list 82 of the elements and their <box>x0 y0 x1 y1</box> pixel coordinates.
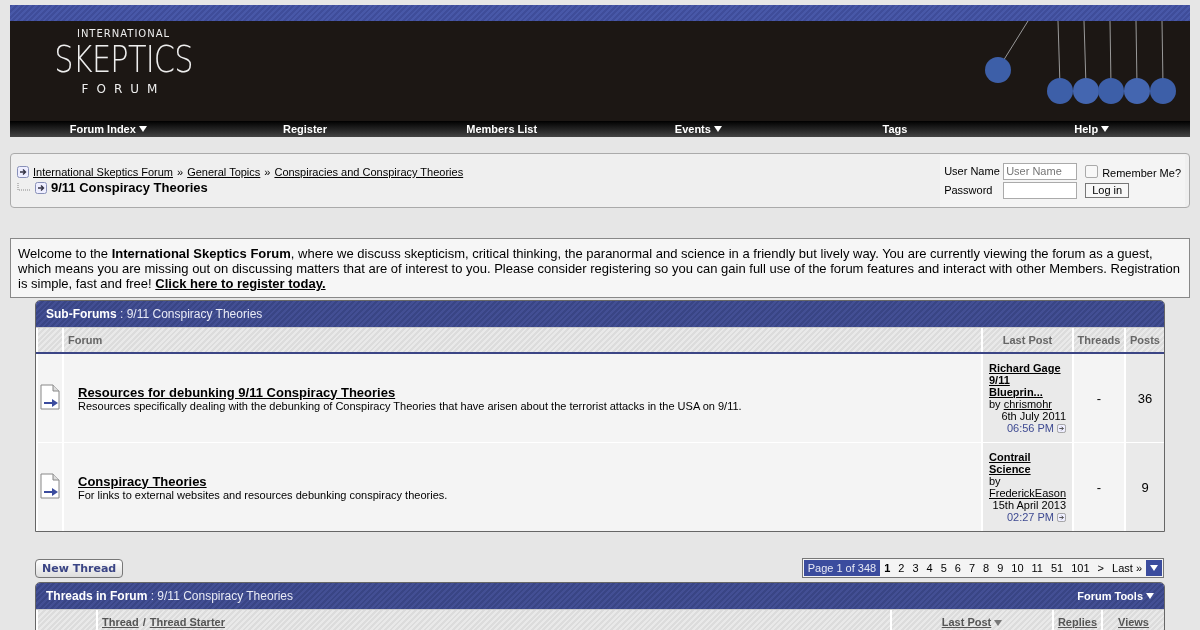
nav-link[interactable]: Register <box>206 121 404 137</box>
page-link[interactable]: 9 <box>993 560 1008 576</box>
page-link[interactable]: 11 <box>1027 560 1047 576</box>
post-date: 15th April 2013 <box>991 499 1066 511</box>
nav-link[interactable]: Help <box>993 121 1191 137</box>
page-count: Page 1 of 348 <box>803 560 881 576</box>
table-cell: - <box>1073 442 1125 531</box>
breadcrumb-link[interactable]: Conspiracies and Conspiracy Theories <box>274 166 464 178</box>
register-link[interactable]: Click here to register today. <box>155 276 326 291</box>
username-link[interactable]: FrederickEason <box>989 487 1067 499</box>
arrow-icon[interactable] <box>1057 512 1066 522</box>
nav-link[interactable]: Members List <box>403 121 600 137</box>
column-header <box>37 328 63 353</box>
section-title: Sub-Forums : 9/11 Conspiracy Theories <box>46 307 263 321</box>
page-link[interactable]: 5 <box>936 560 951 576</box>
field-label: User Name <box>944 165 1000 177</box>
page-link[interactable]: 4 <box>922 560 937 576</box>
checkbox-label: Remember Me? <box>1102 166 1181 179</box>
sort-link[interactable]: Thread <box>102 616 139 628</box>
page-link[interactable]: 101 <box>1067 560 1094 576</box>
checkbox[interactable] <box>1085 164 1099 178</box>
sort-link[interactable]: Thread Starter <box>149 616 225 628</box>
arrow-icon <box>17 166 29 178</box>
page-link[interactable]: 1 <box>880 560 895 576</box>
table-cell: 9 <box>1125 442 1164 531</box>
caret-icon <box>1101 126 1110 132</box>
breadcrumb-link[interactable]: General Topics <box>187 166 261 178</box>
page-link[interactable]: 7 <box>964 560 980 576</box>
by-label: by <box>989 398 1001 410</box>
column-header: Last Post <box>982 328 1073 353</box>
page-link[interactable]: 2 <box>894 560 909 576</box>
by-label: by <box>989 475 1001 487</box>
nav-link[interactable]: Tags <box>796 121 994 137</box>
page-title: 9/11 Conspiracy Theories <box>51 180 208 195</box>
separator: / <box>142 616 146 628</box>
login-button[interactable]: Log in <box>1085 182 1130 198</box>
new-thread-button[interactable]: New Thread <box>35 558 124 578</box>
password-field[interactable] <box>1003 181 1078 199</box>
username-link[interactable]: chrismohr <box>1003 398 1052 410</box>
column-header: Threads <box>1073 328 1125 353</box>
post-time: 06:56 PM <box>1006 422 1054 434</box>
caret-icon <box>713 126 722 132</box>
welcome-message: Welcome to the International Skeptics Forum, where we discuss skepticism, critical thinking, the paranormal and science in a friendly but lively way. You are currently viewing the forum as a guest, which means you are missing out on discussing matters that are of interest to you. Please consider registering so you can gain full use of the forum features and interact with other Members. Registration is simple, fast and free! Click here to register today. <box>18 246 1181 291</box>
document-arrow-icon <box>40 472 60 499</box>
column-header: Forum <box>63 328 982 353</box>
breadcrumb-separator: » <box>177 166 184 178</box>
forum-tools-menu[interactable]: Forum Tools <box>1077 590 1154 602</box>
caret-icon <box>1150 565 1158 571</box>
sort-link[interactable]: Last Post <box>941 616 992 628</box>
nav-link[interactable]: Events <box>600 121 797 137</box>
field-label: Password <box>944 184 994 196</box>
breadcrumb-separator: » <box>264 166 271 178</box>
arrow-icon[interactable] <box>1057 423 1066 433</box>
forum-description: For links to external websites and resources debunking conspiracy theories. <box>78 488 449 501</box>
page-link[interactable]: > <box>1093 560 1109 576</box>
forum-description: Resources specifically dealing with the debunking of Conspiracy Theories that have arisen about the terrorist attacks in the USA on 9/11. <box>78 399 743 412</box>
page-link[interactable]: 10 <box>1007 560 1028 576</box>
page-link[interactable]: 51 <box>1047 560 1068 576</box>
username-field[interactable]: User Name <box>1003 162 1078 180</box>
arrow-icon <box>35 181 47 194</box>
table-cell: - <box>1073 353 1125 443</box>
column-header: Posts <box>1125 328 1164 353</box>
table-cell: 36 <box>1125 353 1164 443</box>
sort-icon <box>994 620 1003 626</box>
post-date: 6th July 2011 <box>1000 410 1066 422</box>
site-logo[interactable]: INTERNATIONAL SKEPTICS FORUM <box>37 21 211 121</box>
thread-title-link[interactable]: Richard Gage 9/11 Blueprin... <box>989 362 1066 398</box>
breadcrumb-link[interactable]: International Skeptics Forum <box>33 166 173 178</box>
page-link[interactable]: 6 <box>950 560 965 576</box>
dropdown-button[interactable] <box>1146 560 1162 576</box>
page-link[interactable]: 3 <box>908 560 923 576</box>
caret-icon <box>138 126 147 132</box>
page-link[interactable]: Last » <box>1108 560 1146 576</box>
post-time: 02:27 PM <box>1006 511 1054 523</box>
page-link[interactable]: 8 <box>979 560 994 576</box>
nav-link[interactable]: Forum Index <box>10 121 207 137</box>
forum-title-link[interactable]: Conspiracy Theories <box>78 473 207 489</box>
caret-icon <box>1146 593 1154 599</box>
document-arrow-icon <box>40 383 60 410</box>
tree-line-icon <box>17 182 31 193</box>
section-title: Threads in Forum : 9/11 Conspiracy Theories <box>46 589 293 603</box>
forum-title-link[interactable]: Resources for debunking 9/11 Conspiracy Theories <box>78 384 396 400</box>
